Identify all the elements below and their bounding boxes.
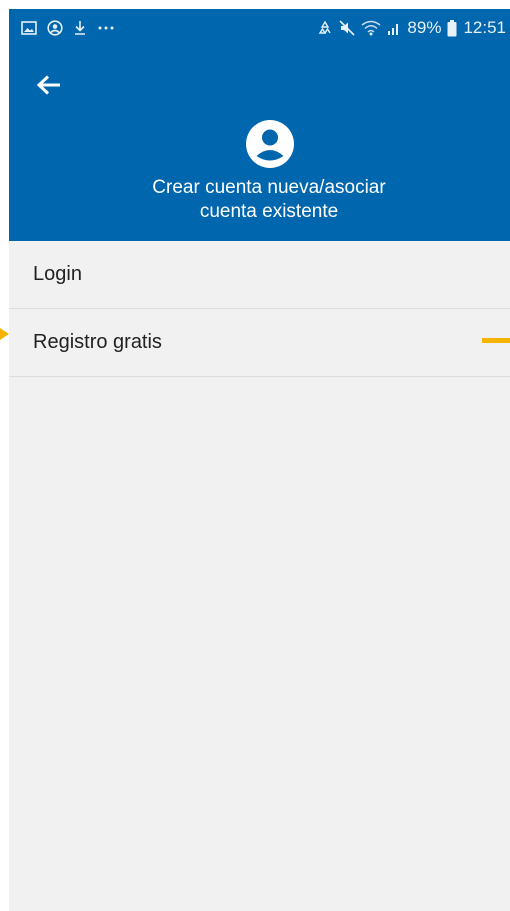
image-icon (21, 21, 37, 35)
status-bar: 89% 12:51 (9, 9, 510, 47)
status-bar-left (21, 20, 115, 36)
wifi-icon (361, 20, 381, 36)
app-screen: 89% 12:51 Crear cuenta nueva/asociar cue… (9, 9, 510, 911)
app-header: 89% 12:51 Crear cuenta nueva/asociar cue… (9, 9, 510, 241)
header-title-line2: cuenta existente (199, 201, 339, 222)
arrow-back-icon (36, 75, 60, 95)
menu-item-registro-gratis[interactable]: Registro gratis (9, 309, 510, 377)
battery-percentage: 89% (407, 18, 442, 37)
battery-icon (447, 19, 457, 37)
mute-icon (339, 20, 355, 36)
menu-item-login[interactable]: Login (9, 241, 510, 309)
status-bar-right: 89% 12:51 (317, 18, 506, 38)
recycle-icon (317, 20, 333, 36)
signal-icon (387, 21, 401, 35)
download-icon (73, 20, 87, 36)
header-title-line1: Crear cuenta nueva/asociar (152, 177, 386, 198)
more-dots-icon (97, 25, 115, 31)
menu-list: Login Registro gratis (9, 241, 510, 377)
highlight-dash-marker (482, 338, 510, 343)
account-circle-icon (245, 119, 295, 169)
account-circle-icon (47, 20, 63, 36)
back-button[interactable] (31, 67, 67, 103)
pointer-arrow-marker (0, 328, 9, 340)
clock: 12:51 (463, 18, 506, 37)
